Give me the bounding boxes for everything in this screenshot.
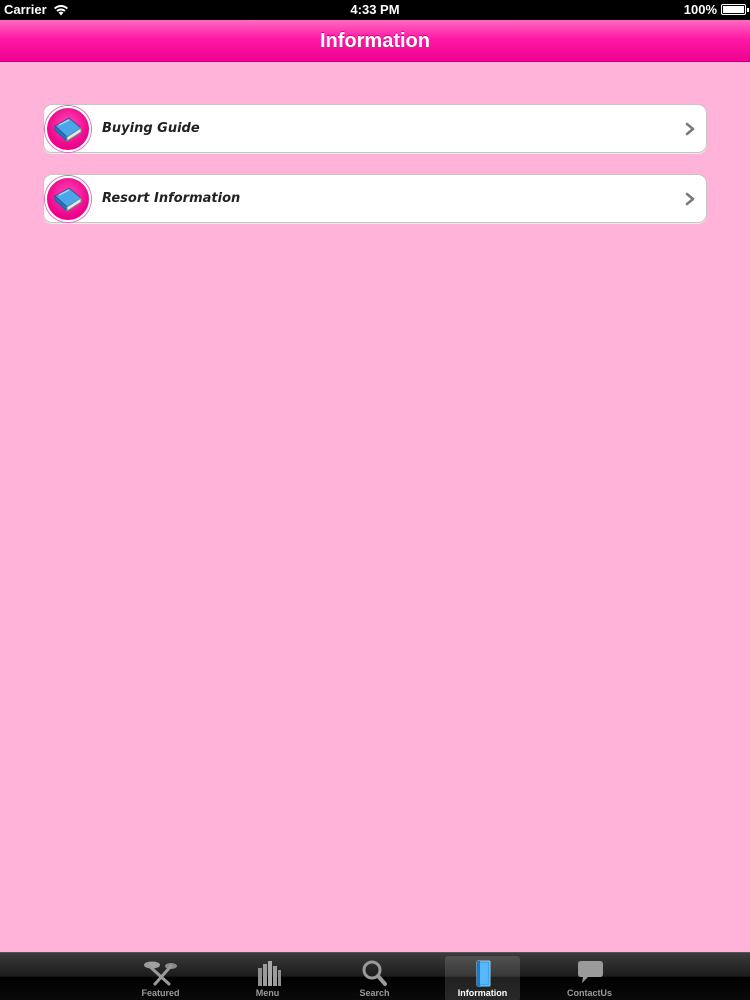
chevron-right-icon xyxy=(685,122,695,136)
tab-menu[interactable]: Menu xyxy=(230,956,305,1000)
page-title: Information xyxy=(320,30,430,52)
chevron-right-icon xyxy=(685,192,695,206)
book-icon xyxy=(45,106,91,152)
list-item-label: Resort Information xyxy=(102,191,241,206)
tab-contactus[interactable]: ContactUs xyxy=(552,956,627,1000)
battery-icon xyxy=(721,4,749,15)
chat-bubble-icon xyxy=(577,961,603,983)
tab-label: ContactUs xyxy=(566,988,612,998)
battery-percent: 100% xyxy=(683,2,717,17)
clock: 4:33 PM xyxy=(350,2,400,17)
featured-icon xyxy=(143,961,177,986)
list-item-resort-information[interactable]: Resort Information xyxy=(43,174,707,223)
tab-label: Information xyxy=(457,988,508,998)
list-item-buying-guide[interactable]: Buying Guide xyxy=(43,104,707,153)
tab-information[interactable]: Information xyxy=(445,956,520,1000)
book-icon xyxy=(476,960,490,987)
tab-bar: Featured Menu Search Information Contact… xyxy=(0,952,750,1000)
list-item-label: Buying Guide xyxy=(102,121,200,136)
tab-search[interactable]: Search xyxy=(337,956,412,1000)
menu-icon xyxy=(257,961,281,986)
search-icon xyxy=(362,960,387,986)
tab-label: Menu xyxy=(255,988,280,998)
information-list: Buying Guide Resort Information xyxy=(43,104,707,244)
tab-label: Search xyxy=(359,988,390,998)
status-bar: Carrier 4:33 PM 100% xyxy=(0,0,750,20)
tab-featured[interactable]: Featured xyxy=(123,956,198,1000)
navigation-bar: Information xyxy=(0,20,750,62)
tab-label: Featured xyxy=(141,988,180,998)
book-icon xyxy=(45,176,91,222)
